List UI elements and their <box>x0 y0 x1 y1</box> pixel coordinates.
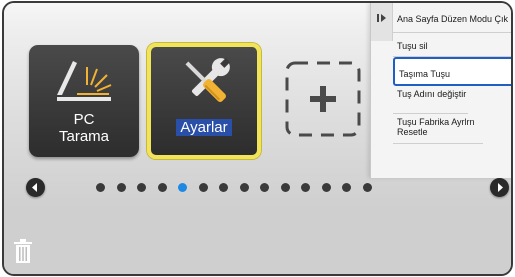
menu-item-reset-key[interactable]: Tuşu Fabrika Ayrlrn Resetle <box>393 114 483 144</box>
menu-item-exit-edit-mode[interactable]: Ana Sayfa Düzen Modu Çık <box>393 3 511 33</box>
plus-icon <box>310 86 336 112</box>
scanner-icon <box>57 61 112 101</box>
page-dot[interactable] <box>342 183 351 192</box>
trash-drop-area[interactable] <box>4 209 511 274</box>
page-dot[interactable] <box>239 183 249 192</box>
menu-empty-area <box>393 144 511 178</box>
tile-pc-scan-label-line2: Tarama <box>58 128 110 145</box>
tile-settings-label-text: Ayarlar <box>176 119 232 136</box>
screen-frame: PC Tarama Ayarlar Ana Sayfa Düzen Modu Ç… <box>2 1 513 276</box>
menu-item-move-key[interactable]: Taşıma Tuşu <box>393 57 511 86</box>
tile-pc-scan-label-line1: PC <box>73 111 95 128</box>
page-dot[interactable] <box>321 183 331 192</box>
chevron-left-icon <box>32 183 37 192</box>
page-dot-active[interactable] <box>178 183 187 192</box>
chevron-right-icon <box>498 183 503 192</box>
menu-item-delete-key[interactable]: Tuşu sil <box>393 33 511 57</box>
page-dot[interactable] <box>137 183 146 192</box>
page-dot[interactable] <box>280 183 290 192</box>
action-menu: Ana Sayfa Düzen Modu Çık Tuşu sil Taşıma… <box>370 3 511 178</box>
add-tile-button[interactable] <box>284 60 362 138</box>
page-dot[interactable] <box>260 183 269 192</box>
menu-collapse-button[interactable] <box>371 3 393 41</box>
trash-icon <box>14 239 32 263</box>
page-dot[interactable] <box>116 183 126 192</box>
page-dot[interactable] <box>219 183 228 192</box>
page-dot[interactable] <box>157 183 167 192</box>
tools-icon <box>185 57 231 102</box>
tile-pc-scan-label: PC Tarama <box>29 111 139 145</box>
tile-pc-scan[interactable]: PC Tarama <box>29 45 139 157</box>
page-dot[interactable] <box>301 183 310 192</box>
menu-item-rename-key[interactable]: Tuş Adını değiştir <box>393 86 468 114</box>
page-dot[interactable] <box>96 183 105 192</box>
tile-settings-label: Ayarlar <box>151 119 257 136</box>
collapse-arrow-icon <box>377 14 386 22</box>
page-dot[interactable] <box>198 183 208 192</box>
page-dot[interactable] <box>362 183 372 192</box>
prev-page-button[interactable] <box>26 178 45 197</box>
next-page-button[interactable] <box>490 178 509 197</box>
tile-settings[interactable]: Ayarlar <box>147 43 261 159</box>
